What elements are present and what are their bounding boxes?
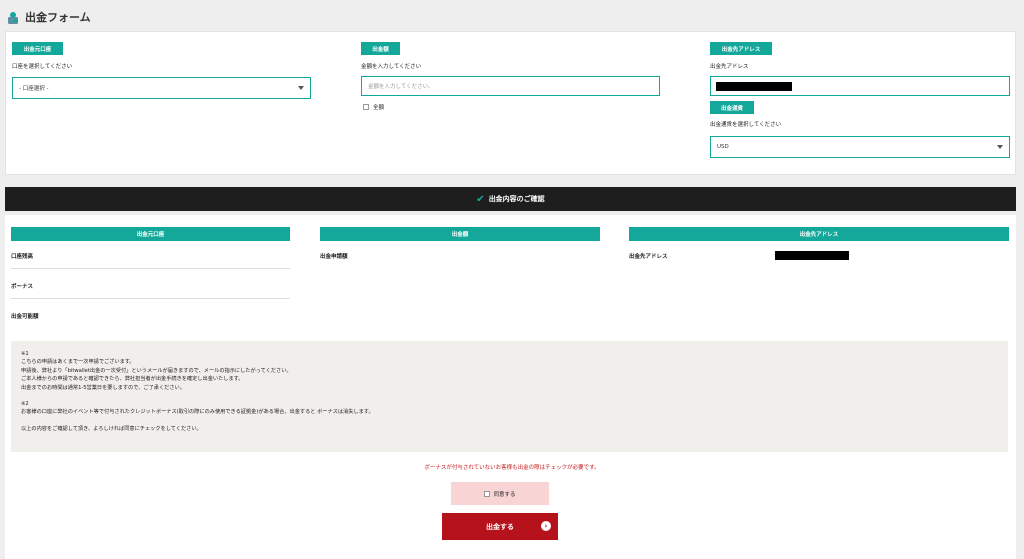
note-heading: ※1 [21, 351, 29, 357]
note-line: こちらの申請はあくまで一次申請でございます。 [21, 359, 135, 366]
checkbox-box[interactable] [363, 104, 369, 110]
currency-label: 出金通貨を選択してください [710, 122, 782, 128]
chevron-down-icon [997, 145, 1003, 149]
submit-button[interactable]: 出金する › [442, 513, 558, 540]
agree-label: 同意する [493, 491, 516, 498]
account-label: 口座を選択してください [12, 64, 73, 70]
check-icon: ✔ [476, 193, 485, 205]
address-row-label: 出金先アドレス [629, 254, 668, 260]
divider [11, 268, 290, 269]
col-amount-head: 出金額 [320, 227, 600, 241]
withdraw-form-card: 出金元口座 口座を選択してください - 口座選択 - 出金額 金額を入力してくだ… [5, 31, 1016, 175]
bonus-label: ボーナス [11, 284, 34, 290]
requested-amount-label: 出金申請額 [320, 254, 348, 260]
all-amount-checkbox[interactable]: 全額 [363, 103, 384, 111]
confirm-bar-title: 出金内容のご確認 [488, 195, 545, 203]
all-amount-label: 全額 [373, 105, 385, 111]
balance-label: 口座残高 [11, 254, 34, 260]
note-line: お客様の口座に弊社のイベント等で付与されたクレジットボーナス(取引の際にのみ使用… [21, 409, 374, 416]
wallet-icon [6, 10, 20, 24]
page-title: 出金フォーム [25, 11, 91, 24]
amount-badge: 出金額 [361, 42, 400, 55]
amount-input[interactable]: 金額を入力してください。 [361, 76, 660, 96]
note-line: 申請後、弊社より「bitwallet出金の一次受付」というメールが届きますので、… [21, 367, 292, 374]
note-line: ご本人様からの申請であると確認できたら、弊社担当者が出金手続きを確定し出金いたし… [21, 376, 244, 383]
confirm-bar: ✔ 出金内容のご確認 [5, 187, 1016, 211]
checkbox-box[interactable] [484, 490, 491, 497]
account-select-value: - 口座選択 - [19, 86, 49, 92]
withdrawable-label: 出金可能額 [11, 314, 39, 320]
address-label: 出金先アドレス [710, 64, 749, 70]
col-account-head: 出金元口座 [11, 227, 290, 241]
redacted-address [716, 82, 792, 91]
note-heading: ※2 [21, 401, 29, 408]
account-badge: 出金元口座 [12, 42, 63, 55]
agree-checkbox[interactable]: 同意する [451, 482, 549, 505]
amount-label: 金額を入力してください [361, 64, 422, 70]
currency-select-value: USD [717, 144, 729, 150]
submit-label: 出金する [486, 522, 514, 531]
redacted-address [775, 251, 849, 260]
arrow-right-icon: › [541, 521, 551, 531]
col-address-head: 出金先アドレス [629, 227, 1009, 241]
divider [11, 298, 290, 299]
currency-badge: 出金通貨 [710, 101, 754, 114]
warning-text: ボーナスが付与されていないお客様も出金の際はチェックが必要です。 [424, 465, 600, 471]
chevron-down-icon [298, 86, 304, 90]
address-badge: 出金先アドレス [710, 42, 772, 55]
note-line: 出金までのお時間は通常1-5営業日を要しますので、ご了承ください。 [21, 384, 185, 391]
address-field[interactable] [710, 76, 1010, 96]
note-line: 以上の内容をご確認して頂き、よろしければ同意にチェックをしてください。 [21, 425, 202, 432]
page-header: 出金フォーム [0, 0, 1024, 34]
notes-box: ※1 こちらの申請はあくまで一次申請でございます。 申請後、弊社より「bitwa… [11, 341, 1008, 452]
currency-select[interactable]: USD [710, 136, 1010, 158]
account-select[interactable]: - 口座選択 - [12, 77, 311, 99]
